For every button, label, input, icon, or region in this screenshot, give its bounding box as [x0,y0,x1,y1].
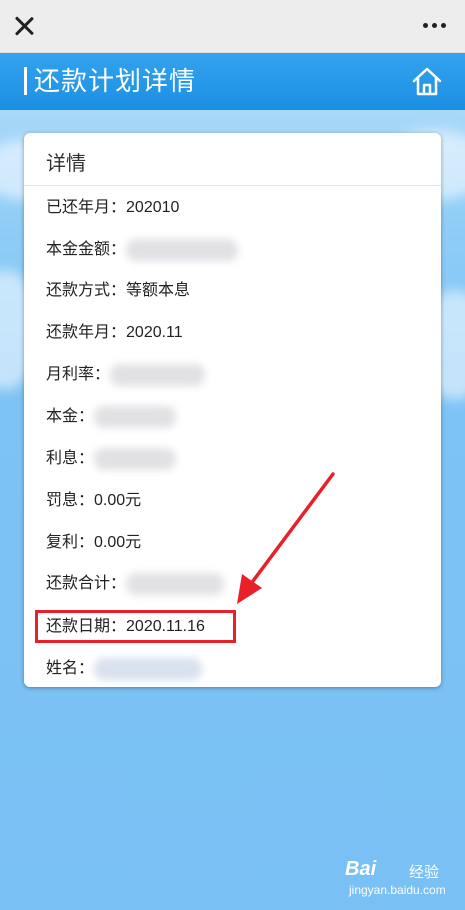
baidu-watermark: Bai 经验 jingyan.baidu.com [345,858,455,903]
row-value: 等额本息 [126,282,191,299]
row-label: 本金： [46,408,95,426]
card-title: 详情 [46,153,86,175]
title-bar: 还款计划详情 [0,53,465,110]
row-value: 202010 [126,199,180,216]
row-label: 复利： [46,534,95,551]
redacted-value [110,364,206,386]
row-label: 罚息： [46,492,95,509]
row-compound-interest: 复利：0.00元 [46,532,141,554]
redacted-value [126,573,225,595]
row-label: 还款合计： [46,575,127,593]
row-name: 姓名： [46,658,203,680]
row-label: 还款方式： [46,282,127,299]
row-label: 还款年月： [46,324,127,341]
row-label: 本金金额： [46,241,127,259]
row-label: 姓名： [46,660,95,678]
top-bar [0,0,465,53]
row-principal: 本金： [46,406,177,428]
close-icon[interactable] [10,12,38,40]
row-total: 还款合计： [46,573,225,595]
row-value: 0.00元 [94,534,142,551]
row-principal-amount: 本金金额： [46,239,239,261]
redacted-value [94,658,203,680]
watermark-brand-suffix: 经验 [409,864,440,881]
page-title: 还款计划详情 [34,66,197,96]
watermark-brand: Bai [345,858,377,880]
title-accent-bar [24,67,27,95]
home-icon[interactable] [410,65,444,99]
redacted-value [94,448,177,470]
row-paid-month: 已还年月：202010 [46,197,179,219]
row-value: 0.00元 [94,492,142,509]
more-dots-icon[interactable] [419,18,451,34]
row-label: 利息： [46,450,95,468]
red-arrow-icon [237,472,335,604]
row-penalty: 罚息：0.00元 [46,490,141,512]
row-value: 2020.11 [126,324,183,341]
card-header: 详情 [24,133,441,186]
row-label: 已还年月： [46,199,127,216]
row-repayment-month: 还款年月：2020.11 [46,322,183,344]
highlight-box [35,610,236,643]
row-interest: 利息： [46,448,177,470]
watermark-url: jingyan.baidu.com [349,883,446,897]
row-repayment-method: 还款方式：等额本息 [46,280,190,302]
redacted-value [126,239,239,261]
row-label: 月利率： [46,366,111,384]
redacted-value [94,406,177,428]
row-monthly-rate: 月利率： [46,364,206,386]
